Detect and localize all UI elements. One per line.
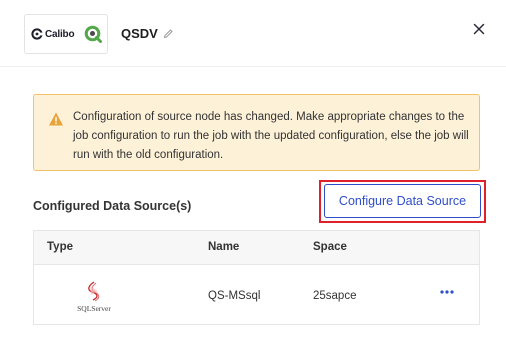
section-label: Configured Data Source(s)	[33, 199, 192, 213]
sql-server-logo-text: SQLServer	[77, 304, 111, 313]
header-divider	[0, 66, 506, 67]
column-header-name: Name	[208, 241, 240, 253]
more-actions-icon[interactable]	[439, 288, 455, 296]
column-header-type: Type	[47, 241, 73, 253]
row-name: QS-MSsql	[208, 290, 261, 302]
warning-icon	[49, 112, 63, 126]
row-space: 25sapce	[313, 290, 357, 302]
calibo-mark-icon	[31, 28, 43, 40]
calibo-logo-text: Calibo	[45, 28, 75, 40]
configure-data-source-button[interactable]: Configure Data Source	[324, 184, 481, 218]
table-row: SQLServer QS-MSsql 25sapce	[34, 266, 479, 324]
title-group: QSDV	[121, 26, 174, 41]
column-header-space: Space	[313, 241, 347, 253]
qlik-logo-icon	[85, 25, 103, 43]
close-icon[interactable]	[470, 20, 488, 38]
warning-message: Configuration of source node has changed…	[73, 111, 469, 161]
logo-box: Calibo	[24, 14, 108, 54]
warning-banner: Configuration of source node has changed…	[33, 94, 480, 171]
sql-server-logo-icon: SQLServer	[77, 281, 111, 313]
data-source-table: Type Name Space SQLServer QS-MSsql 25sap…	[33, 230, 480, 325]
panel-header: Calibo QSDV	[0, 0, 506, 66]
table-header: Type Name Space	[34, 231, 479, 265]
pencil-icon[interactable]	[163, 28, 174, 39]
calibo-logo: Calibo	[31, 28, 75, 40]
panel-title: QSDV	[121, 26, 158, 41]
